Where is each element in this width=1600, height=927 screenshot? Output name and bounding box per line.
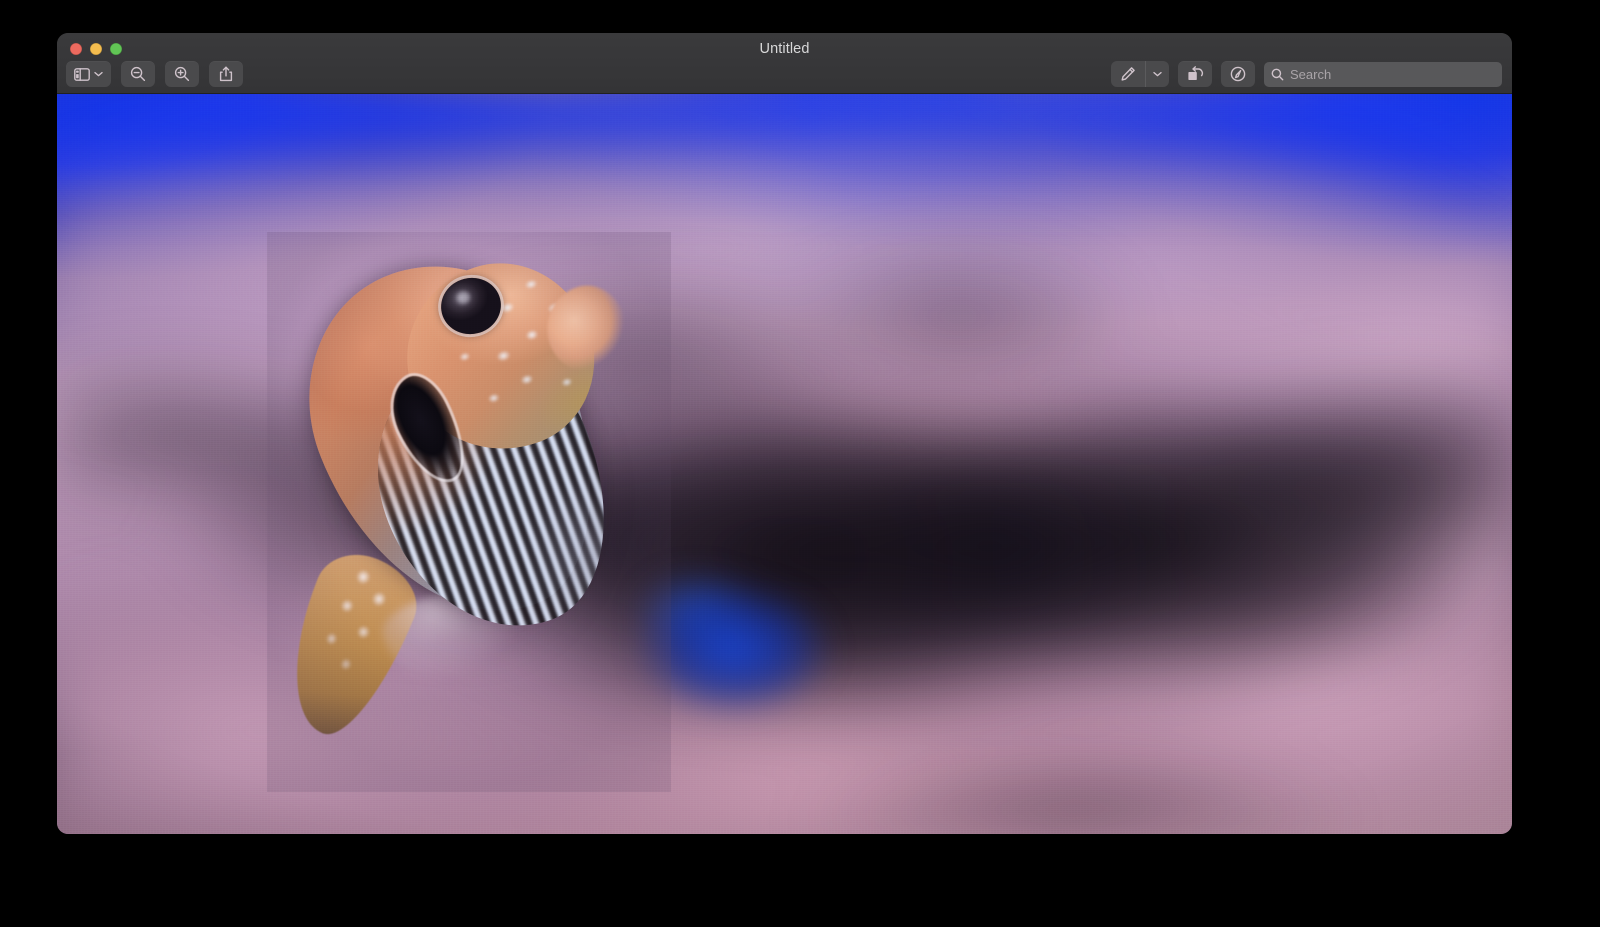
search-icon xyxy=(1271,68,1284,81)
window-title: Untitled xyxy=(57,41,1512,57)
sidebar-icon xyxy=(74,68,90,81)
preview-window: Untitled xyxy=(57,33,1512,834)
traffic-light-group xyxy=(70,43,122,55)
search-field[interactable]: Search xyxy=(1264,62,1502,87)
toolbar-left-group xyxy=(66,61,243,87)
image-canvas[interactable] xyxy=(57,94,1512,834)
zoom-out-button[interactable] xyxy=(121,61,155,87)
rotate-icon xyxy=(1187,66,1204,82)
markup-button[interactable] xyxy=(1111,61,1145,87)
share-icon xyxy=(219,66,233,82)
annotate-button[interactable] xyxy=(1221,61,1255,87)
rotate-button[interactable] xyxy=(1178,61,1212,87)
window-titlebar: Untitled xyxy=(57,33,1512,94)
close-button[interactable] xyxy=(70,43,82,55)
annotate-circle-icon xyxy=(1230,66,1246,82)
zoom-in-button[interactable] xyxy=(165,61,199,87)
photo-grain xyxy=(57,94,1512,834)
pen-icon xyxy=(1120,66,1136,82)
magnifier-plus-icon xyxy=(174,66,190,82)
sidebar-view-button[interactable] xyxy=(66,61,111,87)
toolbar-right-group: Search xyxy=(1111,61,1502,87)
minimize-button[interactable] xyxy=(90,43,102,55)
markup-segmented-control xyxy=(1111,61,1169,87)
maximize-button[interactable] xyxy=(110,43,122,55)
chevron-down-icon xyxy=(1153,71,1162,77)
search-placeholder: Search xyxy=(1290,67,1331,82)
chevron-down-icon xyxy=(94,71,103,77)
markup-menu-button[interactable] xyxy=(1145,61,1169,87)
screen: Untitled xyxy=(0,0,1600,927)
share-button[interactable] xyxy=(209,61,243,87)
magnifier-minus-icon xyxy=(130,66,146,82)
